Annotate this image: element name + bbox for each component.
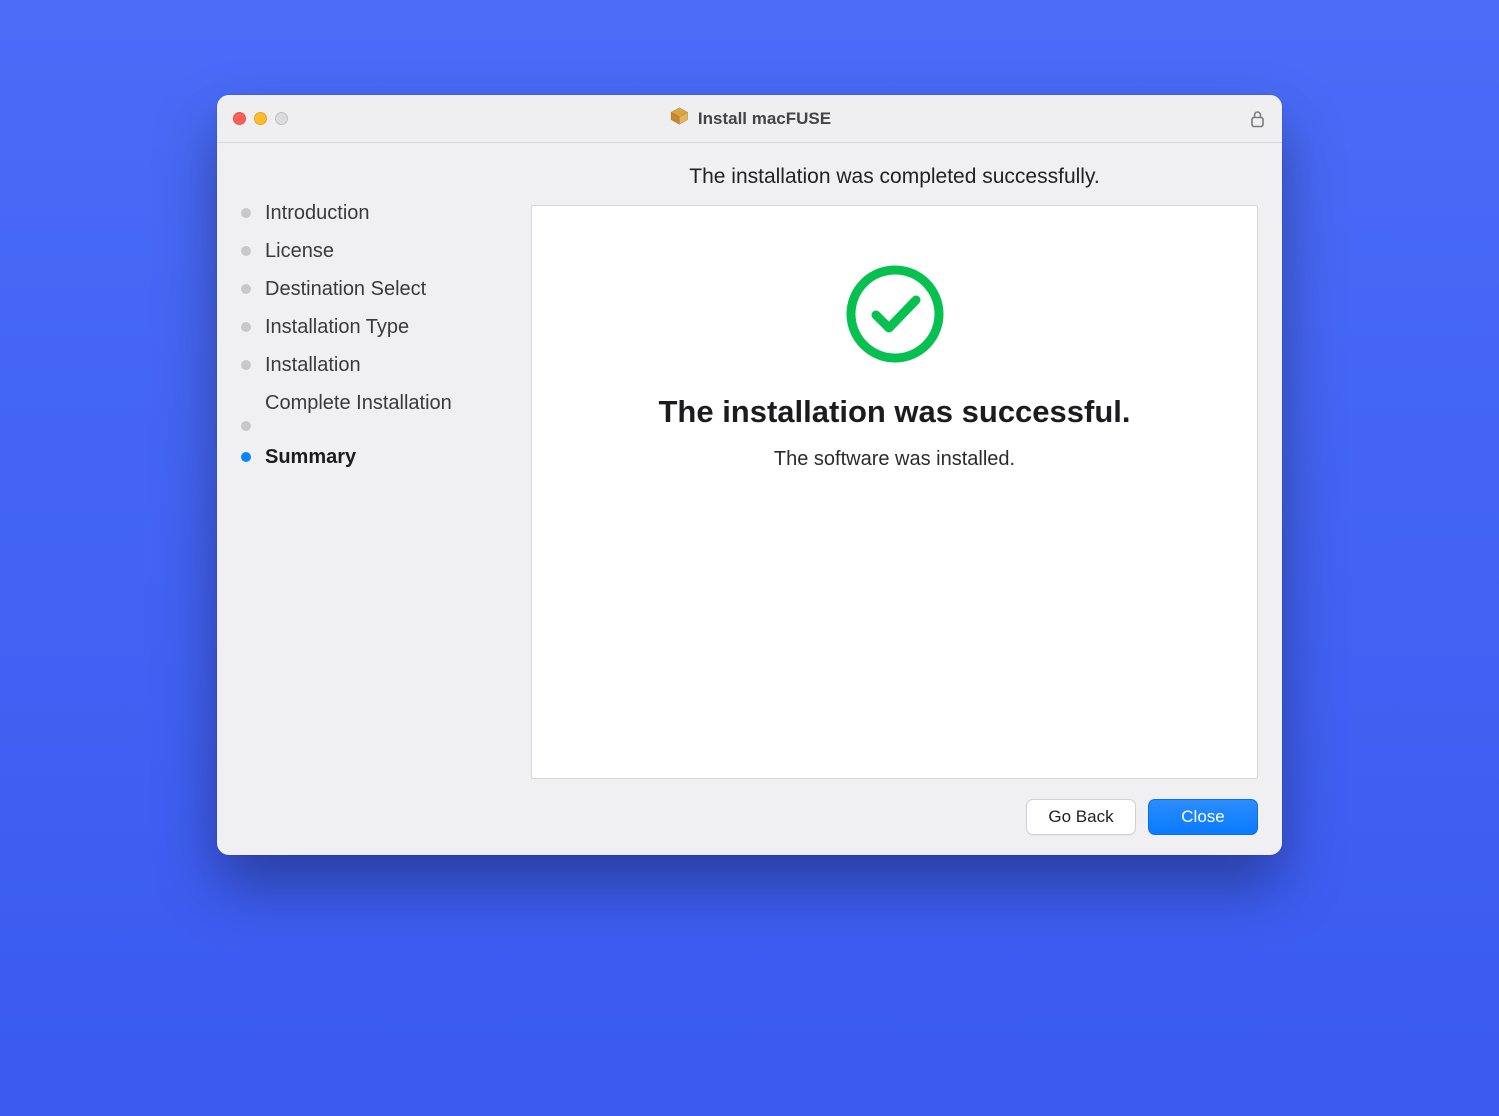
success-subtext: The software was installed.: [774, 448, 1015, 471]
footer-buttons: Go Back Close: [531, 799, 1258, 835]
step-label: Destination Select: [265, 277, 426, 301]
lock-icon[interactable]: [1249, 109, 1266, 129]
close-button[interactable]: Close: [1148, 799, 1258, 835]
step-license: License: [241, 239, 515, 263]
steps-list: Introduction License Destination Select …: [241, 201, 515, 377]
minimize-window-button[interactable]: [254, 112, 267, 125]
titlebar: Install macFUSE: [217, 95, 1282, 143]
step-label: License: [265, 239, 334, 263]
bullet-icon: [241, 322, 251, 332]
window-body: Introduction License Destination Select …: [217, 143, 1282, 855]
bullet-icon: [241, 246, 251, 256]
step-installation: Installation: [241, 353, 515, 377]
steps-sidebar: Introduction License Destination Select …: [241, 161, 515, 835]
package-icon: [668, 105, 690, 132]
steps-list-active: Summary: [241, 445, 515, 469]
window-title-group: Install macFUSE: [668, 105, 831, 132]
step-installation-type: Installation Type: [241, 315, 515, 339]
zoom-window-button: [275, 112, 288, 125]
step-complete-installation: Complete Installation: [241, 391, 515, 431]
bullet-icon: [241, 208, 251, 218]
step-introduction: Introduction: [241, 201, 515, 225]
success-heading: The installation was successful.: [658, 394, 1130, 430]
traffic-lights: [233, 112, 288, 125]
installer-window: Install macFUSE Introduction License: [217, 95, 1282, 855]
page-subtitle: The installation was completed successfu…: [531, 165, 1258, 189]
step-label: Summary: [265, 445, 356, 469]
success-check-icon: [843, 262, 947, 366]
main-panel: The installation was successful. The sof…: [531, 205, 1258, 779]
bullet-icon: [241, 421, 251, 431]
window-title: Install macFUSE: [698, 109, 831, 129]
go-back-button[interactable]: Go Back: [1026, 799, 1136, 835]
step-label: Installation Type: [265, 315, 409, 339]
bullet-icon: [241, 452, 251, 462]
main-column: The installation was completed successfu…: [531, 161, 1258, 835]
step-label: Complete Installation: [241, 391, 515, 415]
bullet-icon: [241, 360, 251, 370]
step-summary: Summary: [241, 445, 515, 469]
step-label: Introduction: [265, 201, 370, 225]
step-destination-select: Destination Select: [241, 277, 515, 301]
step-label: Installation: [265, 353, 361, 377]
bullet-icon: [241, 284, 251, 294]
close-window-button[interactable]: [233, 112, 246, 125]
content-row: Introduction License Destination Select …: [241, 161, 1258, 835]
